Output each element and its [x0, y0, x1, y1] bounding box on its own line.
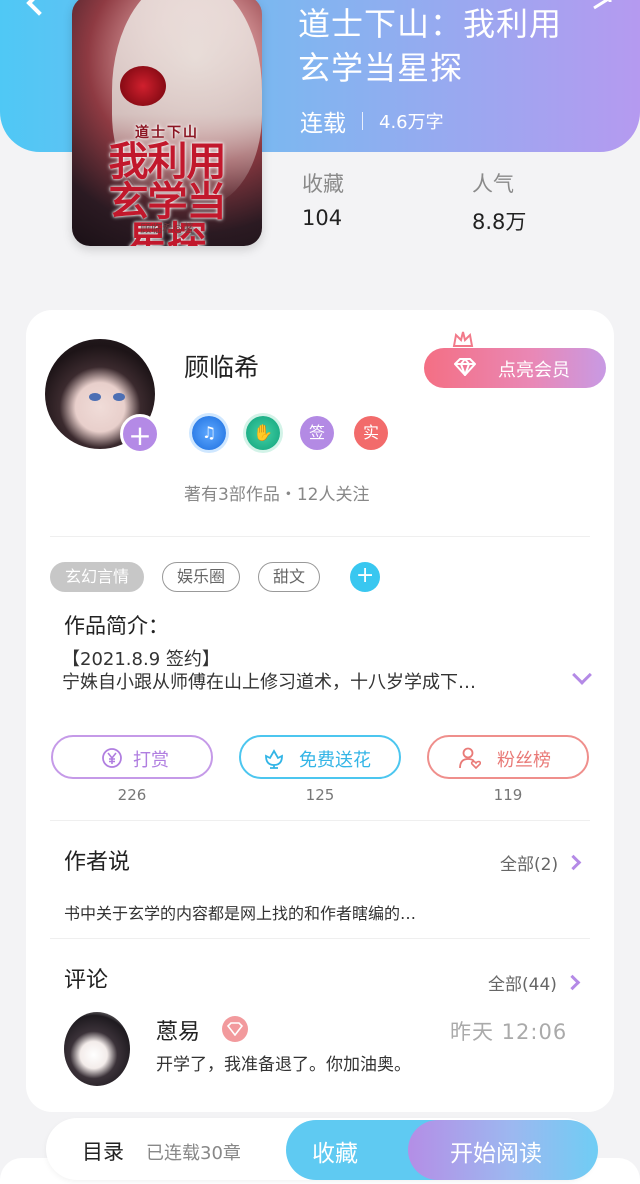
author-says-text[interactable]: 书中关于玄学的内容都是网上找的和作者瞎编的…	[64, 900, 416, 924]
author-says-all-label: 全部(2)	[500, 855, 559, 875]
flower-count: 125	[305, 786, 335, 804]
divider	[50, 536, 590, 537]
tag-item[interactable]: 甜文	[258, 562, 321, 592]
chevron-right-icon	[564, 974, 581, 991]
author-works-info: 著有3部作品・12人关注	[184, 485, 370, 505]
popularity-value: 8.8万	[472, 210, 527, 234]
favorite-button-label: 收藏	[312, 1141, 358, 1167]
cover-author: 顾临希◎著	[140, 222, 194, 235]
commenter-avatar[interactable]	[64, 1012, 130, 1086]
tag-item[interactable]: 玄幻言情	[50, 562, 145, 592]
favorites-label: 收藏	[302, 172, 344, 196]
tag-item[interactable]: 娱乐圈	[162, 562, 241, 592]
popularity-label: 人气	[472, 172, 514, 196]
favorites-value: 104	[302, 206, 343, 230]
handshake-icon[interactable]: ✋	[246, 416, 280, 450]
verified-badge[interactable]: 实	[354, 416, 388, 450]
table-of-contents-button[interactable]: 目录	[82, 1136, 124, 1166]
crown-icon	[452, 331, 474, 347]
author-badges: ♫ ✋ 签 实	[192, 416, 388, 450]
popularity-stat: 人气 8.8万	[472, 168, 526, 236]
author-name[interactable]: 顾临希	[184, 348, 259, 384]
vip-button-label: 点亮会员	[498, 360, 570, 381]
share-icon[interactable]	[592, 0, 614, 12]
comments-all-label: 全部(44)	[488, 975, 557, 995]
vip-button[interactable]: 点亮会员	[424, 348, 606, 388]
tag-list: 玄幻言情 娱乐圈 甜文 +	[50, 562, 381, 592]
intro-title: 作品简介：	[64, 614, 169, 638]
intro-sign-date: 【2021.8.9 签约】	[62, 649, 220, 670]
reward-label: 打赏	[133, 750, 169, 771]
fans-ranking-button[interactable]: 粉丝榜	[427, 735, 589, 779]
comment-text[interactable]: 开学了，我准备退了。你加油奥。	[156, 1050, 411, 1075]
divider	[50, 938, 590, 939]
book-status-row: 连载 4.6万字	[300, 104, 444, 138]
start-reading-label: 开始阅读	[450, 1141, 542, 1167]
reward-button[interactable]: 打赏	[51, 735, 213, 779]
fans-ranking-label: 粉丝榜	[497, 750, 551, 771]
signed-badge[interactable]: 签	[300, 416, 334, 450]
author-says-all-link[interactable]: 全部(2)	[500, 850, 582, 875]
favorites-stat: 收藏 104	[302, 168, 344, 230]
diamond-icon	[454, 358, 476, 376]
free-flower-label: 免费送花	[299, 750, 371, 771]
avatar-eye	[89, 393, 101, 401]
intro-summary: 宁姝自小跟从师傅在山上修习道术，十八岁学成下…	[62, 672, 476, 693]
reward-count: 226	[117, 786, 147, 804]
comments-all-link[interactable]: 全部(44)	[488, 970, 581, 995]
music-icon[interactable]: ♫	[192, 416, 226, 450]
add-tag-button[interactable]: +	[350, 562, 381, 592]
author-says-title: 作者说	[64, 850, 131, 875]
chevron-right-icon	[565, 854, 582, 871]
status-divider	[362, 112, 363, 130]
yen-coin-icon	[102, 748, 122, 768]
word-count: 4.6万字	[379, 112, 444, 133]
intro-text[interactable]: 【2021.8.9 签约】 宁姝自小跟从师傅在山上修习道术，十八岁学成下…	[62, 648, 552, 694]
serial-status: 连载	[300, 111, 346, 137]
divider	[50, 820, 590, 821]
avatar-eye	[113, 393, 125, 401]
book-cover[interactable]: 道士下山 我利用玄学当星探 顾临希◎著	[72, 0, 262, 246]
follow-author-button[interactable]: +	[120, 414, 160, 454]
comment-time: 昨天 12:06	[450, 1020, 568, 1044]
vip-diamond-icon	[222, 1016, 248, 1042]
chevron-down-icon[interactable]	[572, 665, 592, 685]
start-reading-button[interactable]: 开始阅读	[408, 1120, 598, 1180]
chapter-count[interactable]: 已连载30章	[146, 1139, 241, 1165]
rose-decoration	[120, 66, 166, 106]
commenter-name[interactable]: 蒽易	[156, 1014, 200, 1046]
free-flower-button[interactable]: 免费送花	[239, 735, 401, 779]
fans-count: 119	[493, 786, 523, 804]
comments-title: 评论	[64, 968, 109, 993]
flower-icon	[265, 749, 283, 769]
fans-icon	[459, 747, 481, 769]
book-title: 道士下山：我利用玄学当星探	[298, 5, 563, 87]
book-detail-card: + 顾临希 点亮会员 ♫ ✋ 签 实 著有3部作品・12人关注 玄幻言情 娱乐圈…	[26, 310, 614, 1112]
